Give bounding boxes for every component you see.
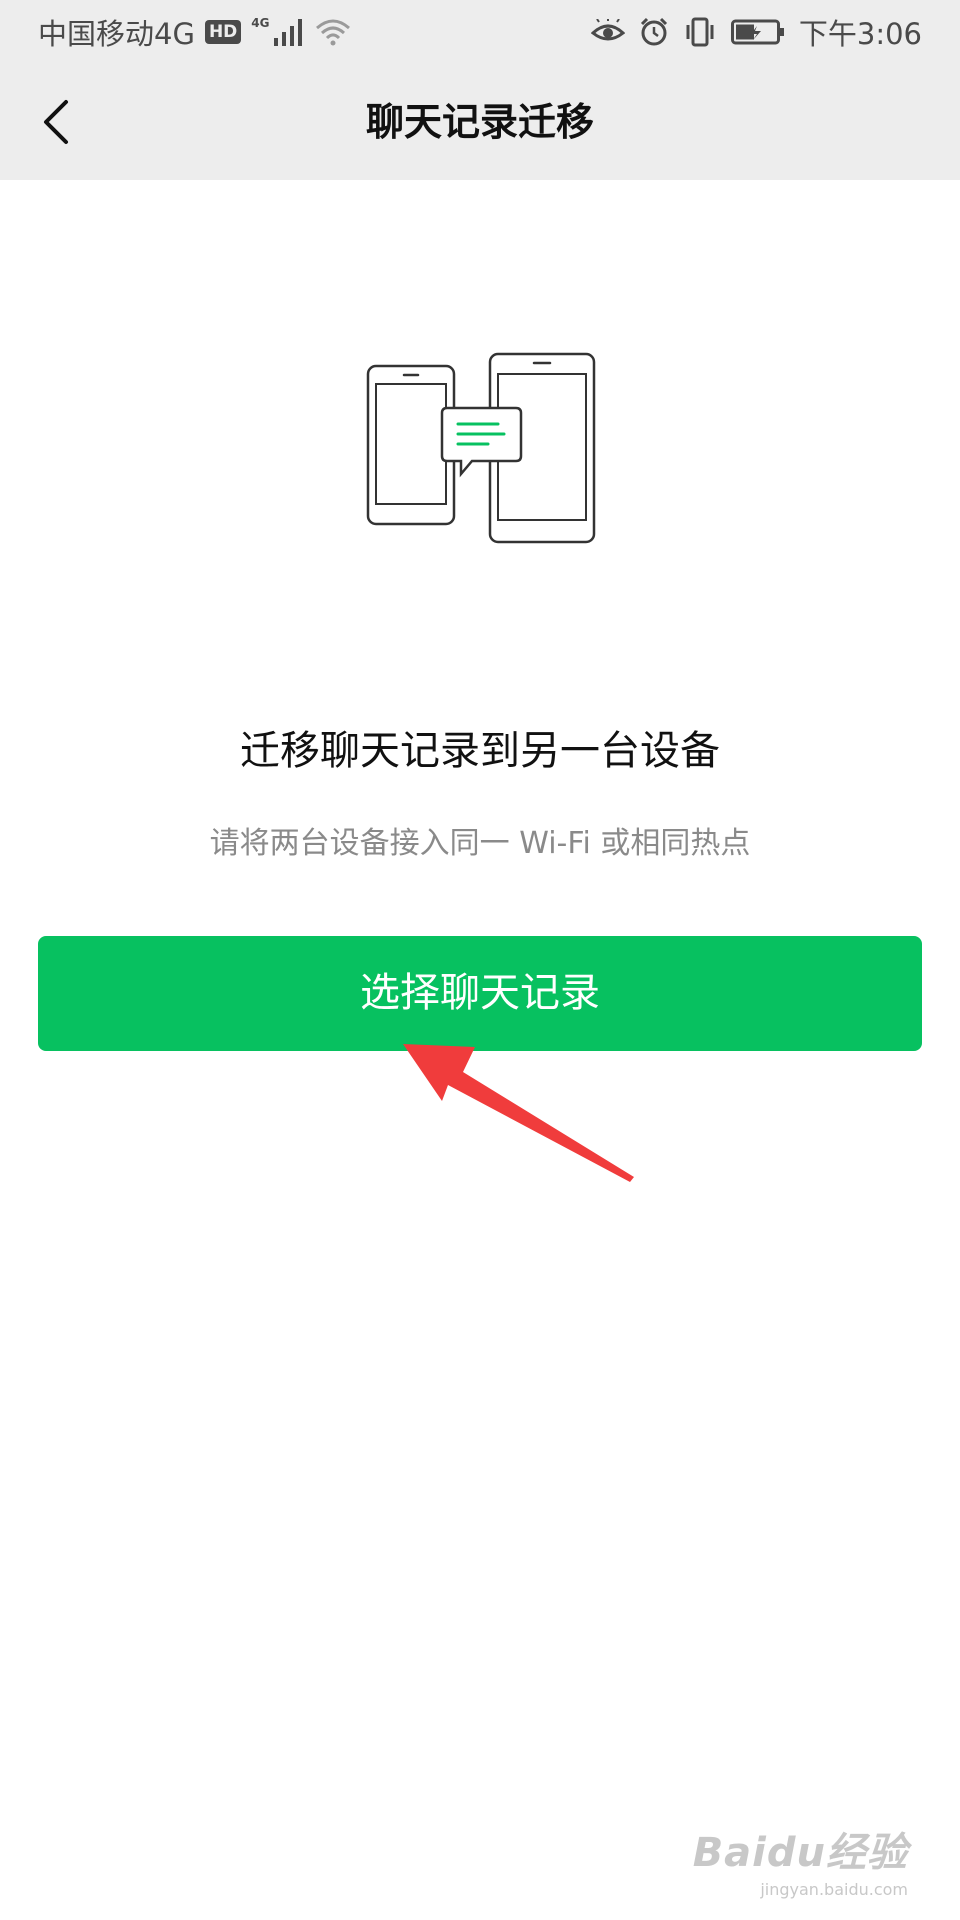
phones-transfer-icon	[366, 352, 596, 544]
battery-icon	[730, 19, 784, 45]
status-left: 中国移动4G HD 4G	[38, 12, 351, 52]
watermark-brand: Baidu经验	[692, 1830, 908, 1876]
network-badge: 4G	[251, 16, 270, 30]
select-chat-history-button[interactable]: 选择聊天记录	[38, 936, 922, 1051]
watermark: Baidu经验 jingyan.baidu.com	[693, 1820, 908, 1899]
page-title: 聊天记录迁移	[365, 100, 594, 144]
watermark-url: jingyan.baidu.com	[760, 1880, 908, 1899]
status-right: 下午3:06	[590, 12, 922, 52]
alarm-icon	[640, 17, 667, 46]
carrier-label: 中国移动4G	[38, 17, 195, 51]
signal-icon	[274, 19, 303, 46]
status-time: 下午3:06	[798, 17, 922, 51]
eye-icon	[590, 19, 625, 41]
nav-bar: 聊天记录迁移	[0, 64, 960, 180]
hd-badge: HD	[204, 20, 242, 44]
wifi-icon	[316, 19, 351, 46]
vibrate-icon	[686, 17, 714, 47]
status-bar: 中国移动4G HD 4G 下午3:06	[0, 0, 960, 64]
instruction-text: 请将两台设备接入同一 Wi-Fi 或相同热点	[209, 826, 751, 861]
main-heading: 迁移聊天记录到另一台设备	[240, 728, 720, 774]
